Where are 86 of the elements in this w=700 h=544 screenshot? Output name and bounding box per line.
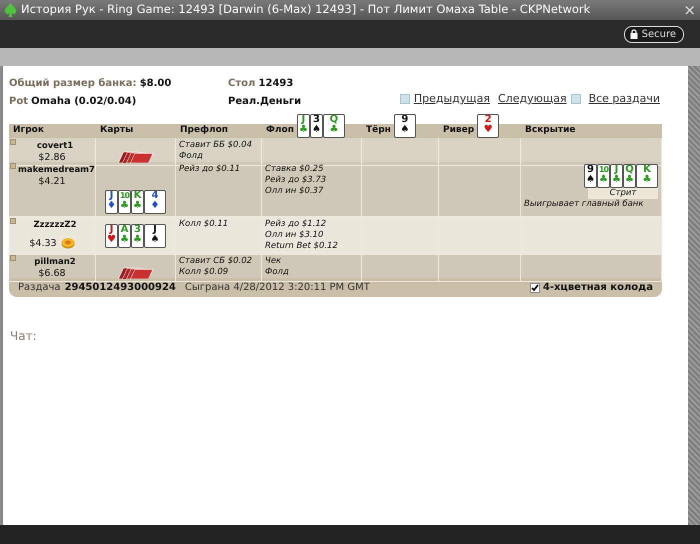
action-text: Олл ин $3.10 [265,230,324,241]
nav-link[interactable]: Следующая [498,90,567,107]
player-stack: $4.33 [29,238,57,248]
action-text: Колл $0.09 [179,267,230,278]
game-value: Omaha (0.02/0.04) [31,96,136,107]
hand-label: Раздача [18,281,61,295]
money-type: Реал.Деньги [228,96,302,107]
card-suit: ♣ [120,201,129,211]
column-header: Тёрн [366,124,391,136]
card-rank: K [134,191,142,201]
table-label: Стол [228,78,256,89]
action-text: Рейз до $1.12 [265,219,328,230]
card-suit: ♣ [133,201,142,211]
action-text: Ставит ББ $0.04 [179,140,253,151]
action-text: Олл ин $0.37 [265,186,324,197]
played-time: Сыграна 4/28/2012 3:20:11 PM GMT [184,281,370,295]
card-suit: ♣ [599,175,608,185]
close-button[interactable]: × [683,3,696,17]
card-rank: 4 [152,191,158,201]
card-rank: 10 [120,191,130,200]
action-text: Ставка $0.25 [265,164,324,175]
card-rank: J [302,115,306,125]
secure-button[interactable]: Secure [624,26,684,42]
card-suit: ♦ [150,201,160,211]
column-header: Вскрытие [525,124,576,136]
card-suit: ♠ [312,125,321,135]
card-suit: ♣ [298,125,308,135]
card-suit: ♠ [586,175,595,185]
card-suit: ♥ [484,125,493,135]
hand-number: 2945012493000924 [64,281,176,295]
card-rank: J [153,224,157,234]
table-value: 12493 [258,78,294,89]
action-text: Return Bet $0.12 [265,241,339,252]
card-suit: ♠ [400,125,410,135]
seat-marker-icon [10,163,16,169]
nav-link[interactable]: Все раздачи [588,90,660,107]
lock-icon [630,29,638,39]
card-rank: 10 [598,165,608,174]
action-text: Колл $0.11 [179,219,230,230]
card-suit: ♦ [107,201,116,211]
card-rank: J [110,224,114,234]
player-stack: $4.21 [38,176,66,187]
card-rank: J [110,191,114,201]
seat-marker-icon [10,255,16,261]
pot-value: $8.00 [140,78,172,89]
player-stack: $2.86 [38,152,66,163]
card-rank: A [120,224,128,234]
action-text: Ставит СБ $0.02 [179,256,254,267]
card-suit: ♣ [329,125,338,135]
card-suit: ♣ [625,175,634,185]
player-name: ZzzzzzZ2 [34,220,76,231]
player-name: pillman2 [34,257,76,268]
action-text: Фолд [265,267,290,278]
card-rank: J [614,165,618,175]
action-text: Фолд [179,151,204,162]
column-header: Префлоп [180,124,228,136]
chat-label: Чат: [10,328,38,345]
player-name: covert1 [36,141,74,152]
column-header: Ривер [443,124,474,136]
deck-checkbox[interactable] [530,282,540,292]
window-title: История Рук - Ring Game: 12493 [Darwin (6-Max) 12493] - Пот Лимит Омаха Table - CKPNetwork [21,1,592,18]
card-suit: ♥ [107,234,116,244]
card-suit: ♠ [150,234,160,244]
player-stack: $6.68 [38,268,66,279]
card-rank: K [643,165,651,175]
column-header: Флоп [266,124,294,136]
player-name: makemedream7 [18,165,95,176]
deck-option-label: 4-хцветная колода [542,281,653,295]
card-suit: ♣ [642,175,652,185]
hand-rank-label: Стрит [588,188,658,199]
card-suit: ♣ [120,234,129,244]
column-header: Игрок [13,124,44,136]
card-suit: ♣ [612,175,621,185]
seat-marker-icon [10,139,16,145]
action-text: Чек [265,256,282,267]
action-text: Рейз до $3.73 [265,175,328,186]
card-suit: ♣ [133,234,142,244]
game-label: Pot [9,96,28,107]
column-header: Карты [100,124,134,136]
pot-label: Общий размер банка: [9,78,137,89]
nav-link[interactable]: Предыдущая [414,90,490,107]
action-text: Рейз до $0.11 [179,164,242,175]
scrollbar[interactable] [688,66,700,525]
result-text: Выигрывает главный банк [524,199,644,210]
seat-marker-icon [10,218,16,224]
spade-logo-icon [4,3,17,17]
